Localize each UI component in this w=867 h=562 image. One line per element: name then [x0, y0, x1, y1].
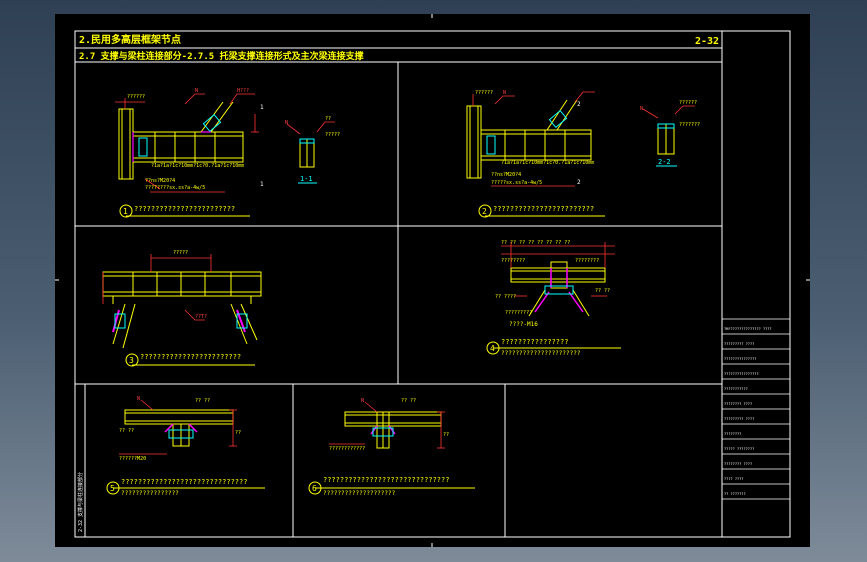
d5-label: ??????M20 [119, 456, 146, 462]
page-number: 2-32 [695, 36, 719, 47]
title-block-row: ?? ??????? [724, 492, 746, 496]
detail-5-caption: ?????????????????????????????? [121, 478, 247, 486]
d1-bolt-note: ??ns?M20?4 [145, 178, 175, 184]
detail-4[interactable]: ?? ?? ?? ?? ?? ?? ?? ?? ???????? ???????… [486, 240, 621, 357]
section-2-2[interactable]: N ?????? ??????? 2-2 [640, 100, 700, 167]
svg-text:N: N [285, 120, 288, 126]
title-block-row: ?RF?????????????? ???? [724, 327, 772, 331]
d6-label: ???????????? [329, 446, 365, 452]
detail-5-caption-2: ???????????????? [121, 490, 179, 497]
drawing-frame [74, 30, 791, 538]
svg-text:N: N [640, 106, 643, 112]
title-block-row: ???? ???? [724, 477, 743, 481]
d2-weld-note: ?1a?1a?1c?10mm?1c?0.?1a?1c?10mm [501, 160, 594, 166]
detail-1-number: 1 [123, 207, 128, 216]
d1-weld-note: ?1a?1a?1c?10mm?1c?0.?1a?1c?10mm [151, 163, 244, 169]
cad-viewport[interactable]: 2.民用多高层框架节点 2.7 支撑与梁柱连接部分-2.7.5 托梁支撑连接形式… [0, 0, 867, 562]
sheet-ticks [55, 14, 810, 547]
svg-text:????????: ???????? [575, 258, 599, 264]
svg-text:?? ????: ?? ???? [495, 294, 516, 300]
svg-text:?? ?? ?? ?? ?? ?? ?? ??: ?? ?? ?? ?? ?? ?? ?? ?? [501, 240, 570, 246]
svg-text:?? ??: ?? ?? [195, 398, 210, 404]
section-1-1-label: 1-1 [300, 175, 313, 183]
detail-3[interactable]: ????? ??T? 3 ???????????????????????? [102, 250, 262, 367]
svg-text:??: ?? [443, 432, 449, 438]
d3-label: ??T? [195, 314, 207, 320]
svg-text:N: N [361, 398, 364, 404]
header-title: 2.民用多高层框架节点 [79, 33, 181, 46]
svg-text:???????: ??????? [679, 122, 700, 128]
title-block-row: ??????????? [724, 387, 748, 391]
svg-text:N: N [503, 90, 506, 96]
detail-6-caption-2: ???????????????????? [323, 490, 396, 497]
section-1-1[interactable]: N ?? ????? 1-1 [285, 116, 340, 184]
detail-3-caption: ???????????????????????? [140, 353, 241, 361]
svg-text:2: 2 [577, 179, 581, 186]
section-2-2-label: 2-2 [658, 158, 671, 166]
svg-text:?? ??: ?? ?? [119, 428, 134, 434]
sub-title: 2.7 支撑与梁柱连接部分-2.7.5 托梁支撑连接形式及主次梁连接支撑 [79, 50, 364, 62]
detail-6-caption: ?????????????????????????????? [323, 476, 449, 484]
svg-text:N: N [137, 396, 140, 402]
title-block-row: ???????? [724, 432, 741, 436]
svg-text:??????: ?????? [127, 94, 145, 100]
svg-text:?????????: ????????? [505, 310, 532, 316]
detail-4-caption: ???????????????? [501, 338, 568, 346]
svg-text:?????: ????? [173, 250, 188, 256]
title-block-row: ????????? ???? [724, 342, 754, 346]
svg-text:?? ??: ?? ?? [595, 288, 610, 294]
d2-bolt-note-2: ?????sx.ss?a-4w/5 [491, 180, 542, 186]
detail-6[interactable]: N ?? ?? ?? ???????????? 6 ??????????????… [308, 398, 475, 497]
svg-text:??????: ?????? [475, 90, 493, 96]
detail-2-caption: ???????????????????????? [493, 205, 594, 213]
drawing-canvas: 2.民用多高层框架节点 2.7 支撑与梁柱连接部分-2.7.5 托梁支撑连接形式… [55, 14, 810, 547]
side-label: 2-32 支撑与梁柱连接部分 [77, 472, 84, 532]
detail-4-caption-2: ?????????????????????? [501, 350, 581, 357]
detail-2-number: 2 [482, 207, 487, 216]
title-block-row: ????????? ???? [724, 417, 754, 421]
svg-text:H???: H??? [237, 88, 249, 94]
detail-1-caption: ???????????????????????? [134, 205, 235, 213]
detail-3-number: 3 [129, 356, 134, 365]
title-block-row: ???????????????? [724, 372, 759, 376]
title-block-row: ???????? ???? [724, 462, 752, 466]
d1-bolt-note-2: ????????sx.ss?a-4w/5 [145, 185, 205, 191]
svg-text:??????: ?????? [679, 100, 697, 106]
detail-1[interactable]: ?????? N H??? 1 1 ?1a?1a?1c?10mm?1c?0.?1… [115, 88, 264, 218]
svg-text:1: 1 [260, 181, 264, 188]
svg-text:??: ?? [235, 430, 241, 436]
title-block-row: ????? ???????? [724, 447, 754, 451]
title-block-row: ??????????????? [724, 357, 756, 361]
d2-bolt-note: ??ns?M20?4 [491, 172, 521, 178]
detail-2[interactable]: ?????? N 2 2 ?1a?1a?1c?10mm?1c?0.?1a?1c?… [466, 90, 605, 218]
svg-text:??: ?? [325, 116, 331, 122]
svg-text:1: 1 [260, 104, 264, 111]
svg-text:?? ??: ?? ?? [401, 398, 416, 404]
title-block-row: ???????? ???? [724, 402, 752, 406]
svg-text:????????: ???????? [501, 258, 525, 264]
detail-5[interactable]: N ?? ?? ?? ?? ?? ??????M20 5 ???????????… [106, 396, 265, 497]
svg-text:N: N [195, 88, 198, 94]
d4-label: ????-M16 [509, 321, 538, 328]
svg-text:2: 2 [577, 101, 581, 108]
drawing-sheet[interactable]: 2.民用多高层框架节点 2.7 支撑与梁柱连接部分-2.7.5 托梁支撑连接形式… [55, 14, 810, 547]
svg-text:?????: ????? [325, 132, 340, 138]
title-block: ?RF?????????????? ???? ????????? ????????… [722, 318, 790, 500]
